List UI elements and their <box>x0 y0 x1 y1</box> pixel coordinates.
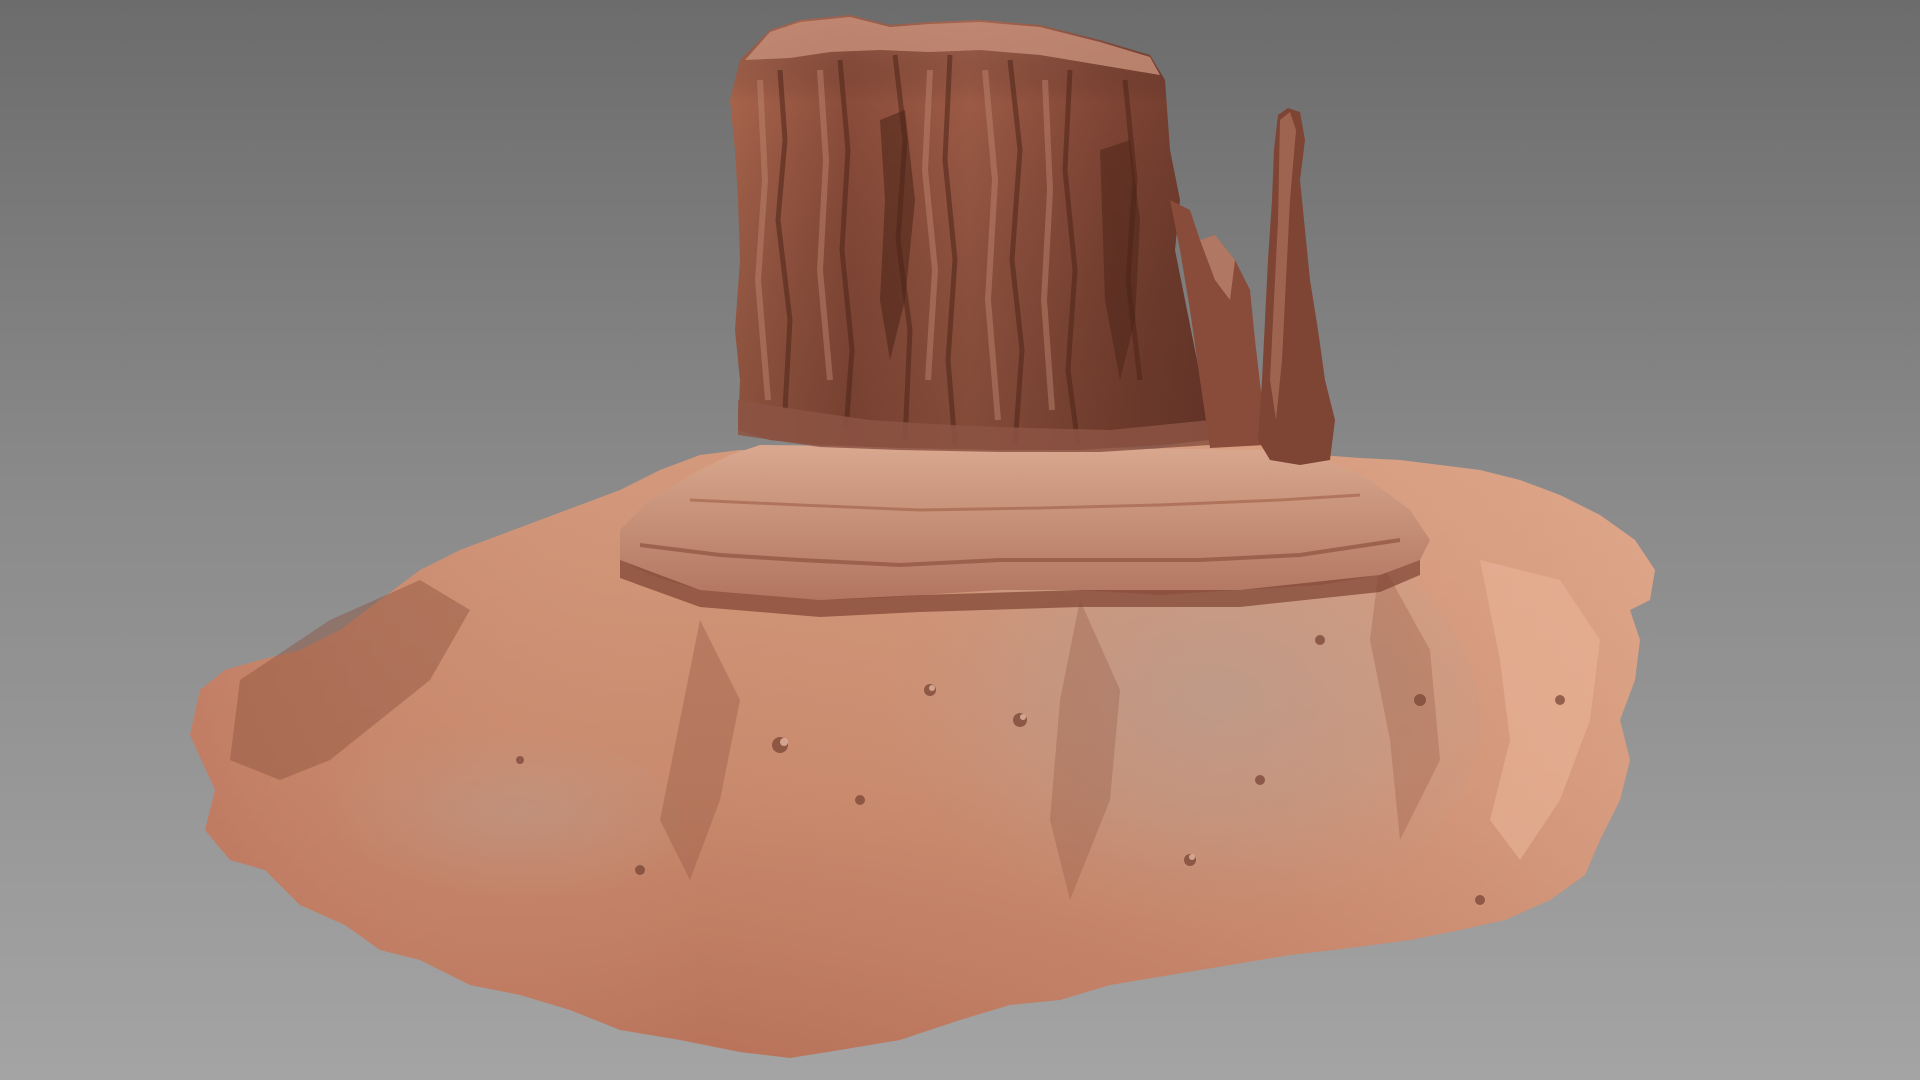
3d-model-viewport[interactable] <box>0 0 1920 1080</box>
talus-scree-left <box>280 730 680 910</box>
plateau-ledge <box>620 445 1430 600</box>
butte-model-render <box>190 15 1655 1058</box>
rock-spire <box>1258 108 1335 465</box>
